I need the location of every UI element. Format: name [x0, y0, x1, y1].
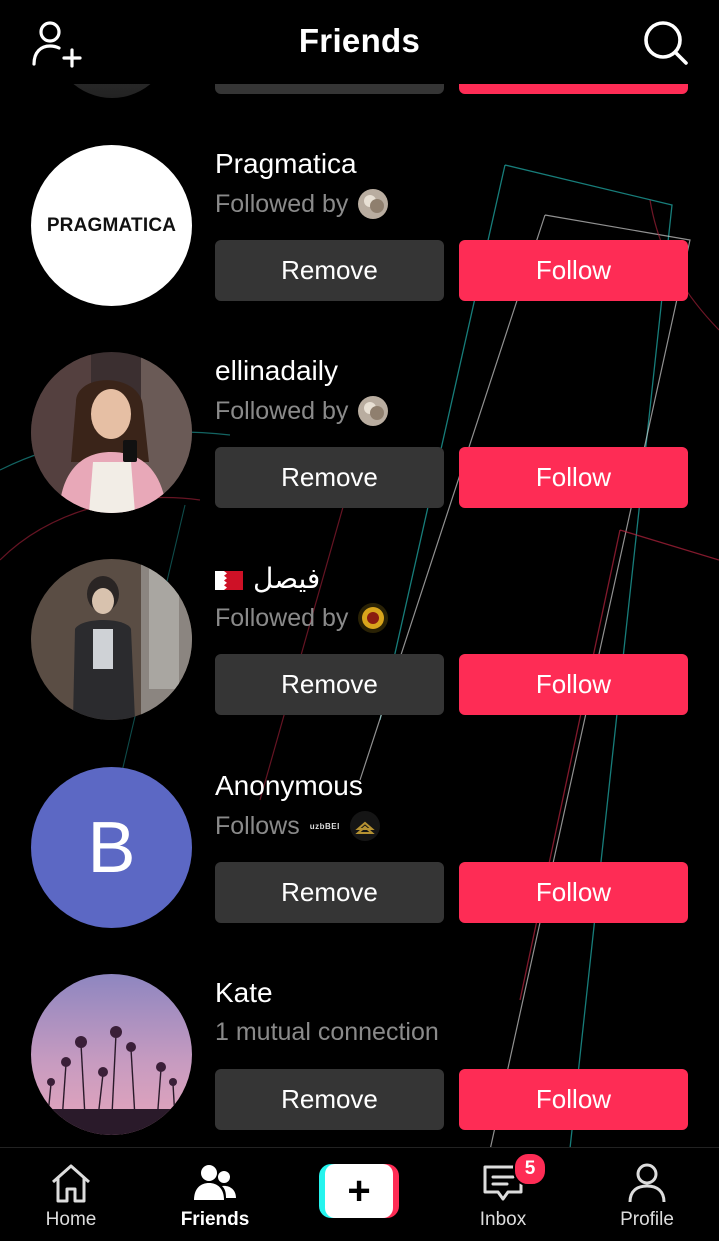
- avatar[interactable]: [31, 974, 192, 1135]
- bahrain-flag-icon: [215, 571, 243, 591]
- remove-button[interactable]: Remove: [215, 240, 444, 301]
- nav-profile-label: Profile: [620, 1209, 674, 1230]
- top-bar: Friends: [0, 0, 719, 84]
- nav-friends-label: Friends: [180, 1209, 250, 1230]
- username[interactable]: Kate: [215, 977, 273, 1009]
- nav-home-label: Home: [45, 1209, 97, 1230]
- follows-line: Follows uzbBEI: [215, 811, 380, 841]
- username[interactable]: فيصل: [215, 562, 320, 595]
- avatar[interactable]: [31, 559, 192, 720]
- remove-button[interactable]: Remove: [215, 1069, 444, 1130]
- follows-label: Follows: [215, 811, 300, 840]
- home-icon: [52, 1164, 90, 1203]
- followed-by-label: Followed by: [215, 396, 349, 425]
- friend-row: Kate 1 mutual connection Remove Follow: [0, 974, 719, 1144]
- create-button[interactable]: +: [319, 1164, 399, 1218]
- followed-by-line: Followed by: [215, 603, 389, 633]
- bottom-nav: Home Friends + Inbox 5 Profile: [0, 1147, 719, 1241]
- inbox-badge: 5: [513, 1152, 547, 1186]
- mutual-connection-line: 1 mutual connection: [215, 1018, 439, 1046]
- follow-button[interactable]: Follow: [459, 654, 688, 715]
- profile-icon: [628, 1163, 666, 1203]
- followed-by-line: Followed by: [215, 396, 389, 426]
- avatar[interactable]: PRAGMATICA: [31, 145, 192, 306]
- search-icon[interactable]: [640, 18, 692, 70]
- mutual-tag: uzbBEI: [309, 821, 340, 831]
- follow-button[interactable]: Follow: [459, 240, 688, 301]
- friend-row: B Anonymous Follows uzbBEI Remove Follow: [0, 767, 719, 937]
- friend-row: PRAGMATICA Pragmatica Followed by Remove…: [0, 145, 719, 315]
- friend-row: ellinadaily Followed by Remove Follow: [0, 352, 719, 522]
- nav-home[interactable]: Home: [16, 1160, 126, 1231]
- nav-inbox-label: Inbox: [479, 1209, 527, 1230]
- follow-button[interactable]: Follow: [459, 862, 688, 923]
- plus-icon: +: [325, 1164, 393, 1218]
- nav-profile[interactable]: Profile: [592, 1160, 702, 1231]
- page-title: Friends: [298, 22, 421, 59]
- friend-row: فيصل Followed by Remove Follow: [0, 559, 719, 729]
- remove-button[interactable]: Remove: [215, 862, 444, 923]
- avatar[interactable]: B: [31, 767, 192, 928]
- mutual-avatar[interactable]: [358, 189, 389, 219]
- nav-friends[interactable]: Friends: [160, 1160, 270, 1231]
- follow-button[interactable]: Follow: [459, 447, 688, 508]
- follow-button[interactable]: Follow: [459, 1069, 688, 1130]
- mutual-avatar[interactable]: [358, 396, 389, 426]
- username[interactable]: Anonymous: [215, 770, 363, 802]
- followed-by-line: Followed by: [215, 189, 389, 219]
- friends-screen: Friends PRAGMATICA Pragmatica Followed b…: [0, 0, 719, 1241]
- username[interactable]: Pragmatica: [215, 148, 357, 180]
- friends-icon: [194, 1165, 236, 1200]
- followed-by-label: Followed by: [215, 603, 349, 632]
- remove-button[interactable]: Remove: [215, 447, 444, 508]
- mutual-avatar[interactable]: [358, 603, 389, 633]
- followed-by-label: Followed by: [215, 189, 349, 218]
- avatar[interactable]: [31, 352, 192, 513]
- follow-button-partial[interactable]: [459, 84, 688, 94]
- remove-button[interactable]: Remove: [215, 654, 444, 715]
- username-text: فيصل: [253, 563, 321, 594]
- remove-button-partial[interactable]: [215, 84, 444, 94]
- mutual-avatar[interactable]: [349, 811, 380, 841]
- username[interactable]: ellinadaily: [215, 355, 338, 387]
